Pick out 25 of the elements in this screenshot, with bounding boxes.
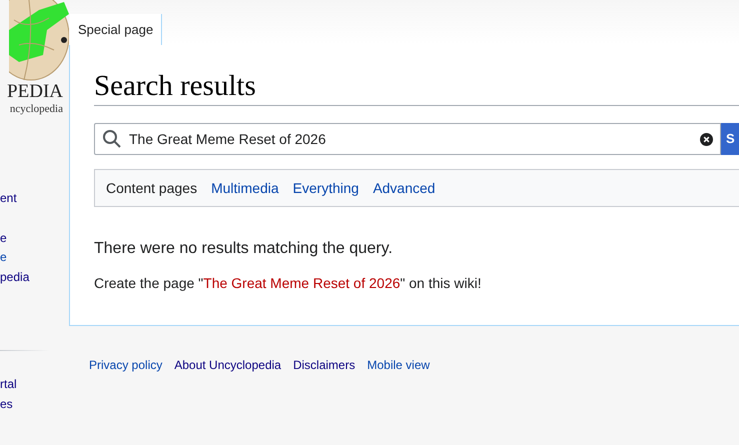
sidebar-link[interactable]: e [0, 228, 69, 248]
logo-tagline: ncyclopedia [10, 102, 63, 116]
search-type-tab[interactable]: Multimedia [211, 178, 279, 198]
search-type-tab[interactable]: Advanced [372, 178, 436, 198]
footer-link[interactable]: Privacy policy [89, 356, 162, 374]
footer-link[interactable]: Mobile view [367, 356, 430, 374]
sidebar-link[interactable]: rtal [0, 375, 69, 394]
page-tab[interactable]: Special page [70, 14, 162, 45]
footer-link[interactable]: About Uncyclopedia [174, 356, 282, 374]
search-field[interactable]: The Great Meme Reset of 2026 [94, 123, 721, 155]
no-results-message: There were no results matching the query. [94, 239, 394, 259]
logo-wordmark: PEDIA [6, 82, 63, 102]
search-type-tab[interactable]: Content pages [106, 178, 198, 198]
clear-icon[interactable] [700, 132, 713, 146]
sidebar-link[interactable]: ent [0, 189, 69, 208]
create-page-link[interactable]: The Great Meme Reset of 2026 [203, 275, 400, 291]
sidebar-link[interactable]: es [0, 394, 69, 414]
sidebar-link[interactable]: pedia [0, 268, 69, 287]
page-heading: Search results [94, 69, 739, 106]
sidebar-link[interactable]: e [0, 248, 69, 268]
footer-link[interactable]: Disclaimers [293, 356, 356, 374]
search-icon [102, 129, 122, 149]
create-page-text: Create the page "The Great Meme Reset of 2026" on this wiki! [94, 274, 482, 293]
search-type-tab[interactable]: Everything [292, 178, 359, 198]
search-button[interactable]: S [721, 123, 739, 155]
